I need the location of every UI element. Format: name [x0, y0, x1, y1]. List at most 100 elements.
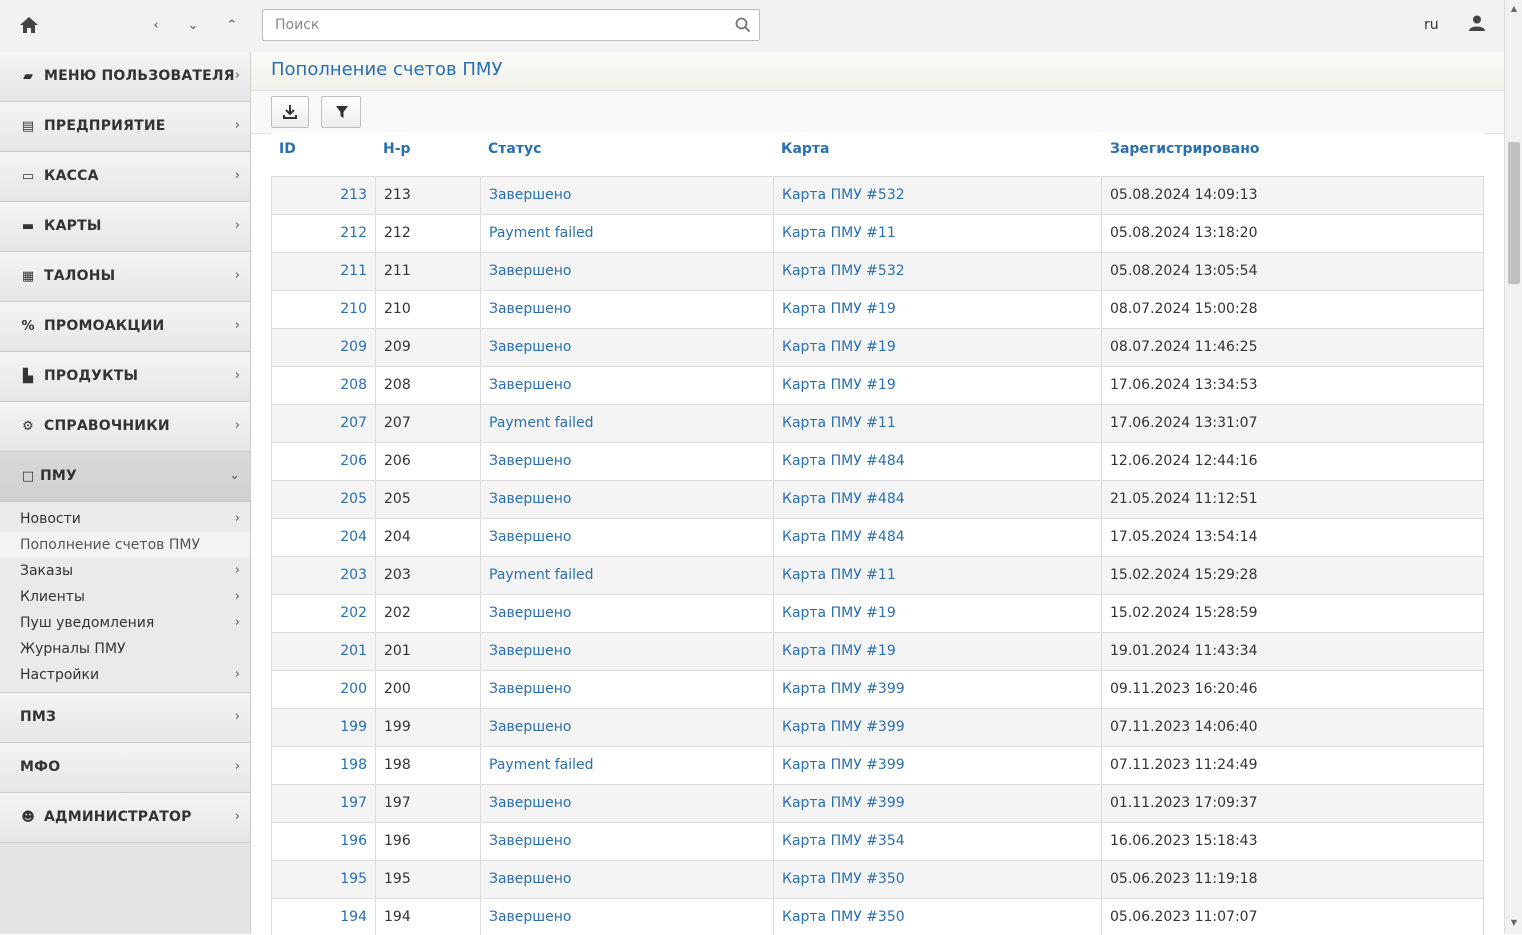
- row-id-link[interactable]: 205: [271, 481, 375, 518]
- row-card-link[interactable]: Карта ПМУ #399: [773, 785, 1101, 822]
- sidebar-item-6[interactable]: ▙ ПРОДУКТЫ ›: [0, 352, 250, 402]
- row-status-link[interactable]: Завершено: [480, 823, 773, 860]
- row-id-link[interactable]: 196: [271, 823, 375, 860]
- row-status-link[interactable]: Payment failed: [480, 215, 773, 252]
- column-header-status[interactable]: Статус: [488, 141, 541, 157]
- scrollbar-thumb[interactable]: [1508, 142, 1520, 284]
- row-id-link[interactable]: 195: [271, 861, 375, 898]
- row-card-link[interactable]: Карта ПМУ #532: [773, 253, 1101, 290]
- row-id-link[interactable]: 198: [271, 747, 375, 784]
- row-id-link[interactable]: 213: [271, 177, 375, 214]
- row-status-link[interactable]: Завершено: [480, 291, 773, 328]
- row-status-link[interactable]: Завершено: [480, 595, 773, 632]
- sidebar-bottom-item-1[interactable]: МФО ›: [0, 743, 250, 793]
- submenu-item-1[interactable]: Пополнение счетов ПМУ: [0, 532, 250, 558]
- row-id-link[interactable]: 200: [271, 671, 375, 708]
- row-id-link[interactable]: 203: [271, 557, 375, 594]
- collapse-left-icon[interactable]: ‹: [146, 16, 166, 36]
- row-id-link[interactable]: 194: [271, 899, 375, 935]
- sidebar-bottom-item-0[interactable]: ПМЗ ›: [0, 693, 250, 743]
- toolbar: [251, 91, 1504, 134]
- sidebar-item-1[interactable]: ▤ ПРЕДПРИЯТИЕ ›: [0, 102, 250, 152]
- column-header-id[interactable]: ID: [279, 141, 296, 157]
- row-card-link[interactable]: Карта ПМУ #399: [773, 671, 1101, 708]
- row-status-link[interactable]: Завершено: [480, 671, 773, 708]
- row-card-link[interactable]: Карта ПМУ #399: [773, 709, 1101, 746]
- row-status-link[interactable]: Завершено: [480, 329, 773, 366]
- row-status-link[interactable]: Завершено: [480, 177, 773, 214]
- row-card-link[interactable]: Карта ПМУ #19: [773, 291, 1101, 328]
- row-id-link[interactable]: 199: [271, 709, 375, 746]
- search-input[interactable]: [263, 10, 723, 40]
- row-card-link[interactable]: Карта ПМУ #19: [773, 367, 1101, 404]
- download-button[interactable]: [271, 96, 309, 128]
- row-id-link[interactable]: 208: [271, 367, 375, 404]
- submenu-item-0[interactable]: Новости ›: [0, 506, 250, 532]
- row-id-link[interactable]: 197: [271, 785, 375, 822]
- row-card-link[interactable]: Карта ПМУ #11: [773, 215, 1101, 252]
- sidebar-item-4[interactable]: ▦ ТАЛОНЫ ›: [0, 252, 250, 302]
- row-status-link[interactable]: Завершено: [480, 443, 773, 480]
- sidebar-bottom-item-2[interactable]: ☻ АДМИНИСТРАТОР ›: [0, 793, 250, 843]
- row-card-link[interactable]: Карта ПМУ #19: [773, 329, 1101, 366]
- row-id-link[interactable]: 210: [271, 291, 375, 328]
- row-card-link[interactable]: Карта ПМУ #484: [773, 481, 1101, 518]
- row-card-link[interactable]: Карта ПМУ #484: [773, 443, 1101, 480]
- row-status-link[interactable]: Завершено: [480, 367, 773, 404]
- submenu-item-3[interactable]: Клиенты ›: [0, 584, 250, 610]
- row-id-link[interactable]: 211: [271, 253, 375, 290]
- row-status-link[interactable]: Завершено: [480, 253, 773, 290]
- row-id-link[interactable]: 201: [271, 633, 375, 670]
- row-card-link[interactable]: Карта ПМУ #350: [773, 899, 1101, 935]
- search-icon[interactable]: [735, 17, 751, 33]
- chevron-down-icon[interactable]: ⌄: [183, 16, 203, 36]
- home-icon[interactable]: [18, 14, 42, 38]
- row-id-link[interactable]: 212: [271, 215, 375, 252]
- sidebar-item-3[interactable]: ▬ КАРТЫ ›: [0, 202, 250, 252]
- row-card-link[interactable]: Карта ПМУ #532: [773, 177, 1101, 214]
- row-status-link[interactable]: Payment failed: [480, 747, 773, 784]
- language-switch[interactable]: ru: [1424, 17, 1439, 33]
- sidebar-item-5[interactable]: % ПРОМОАКЦИИ ›: [0, 302, 250, 352]
- row-card-link[interactable]: Карта ПМУ #19: [773, 595, 1101, 632]
- scroll-up-icon[interactable]: ▲: [1509, 4, 1519, 14]
- sidebar-item-0[interactable]: ▰ МЕНЮ ПОЛЬЗОВАТЕЛЯ ›: [0, 52, 250, 102]
- row-card-link[interactable]: Карта ПМУ #399: [773, 747, 1101, 784]
- column-header-nr[interactable]: Н-р: [383, 141, 411, 157]
- row-status-link[interactable]: Завершено: [480, 519, 773, 556]
- column-header-registered[interactable]: Зарегистрировано: [1110, 141, 1260, 157]
- submenu-item-6[interactable]: Настройки ›: [0, 662, 250, 688]
- row-status-link[interactable]: Payment failed: [480, 557, 773, 594]
- row-status-link[interactable]: Завершено: [480, 481, 773, 518]
- sidebar-item-7[interactable]: ⚙ СПРАВОЧНИКИ ›: [0, 402, 250, 452]
- scrollbar[interactable]: ▲ ▼: [1504, 0, 1522, 934]
- filter-button[interactable]: [321, 96, 361, 128]
- row-card-link[interactable]: Карта ПМУ #350: [773, 861, 1101, 898]
- submenu-item-2[interactable]: Заказы ›: [0, 558, 250, 584]
- row-status-link[interactable]: Завершено: [480, 633, 773, 670]
- column-header-card[interactable]: Карта: [781, 141, 829, 157]
- scroll-down-icon[interactable]: ▼: [1509, 918, 1519, 928]
- sidebar-item-pmu[interactable]: □ ПМУ ⌄: [0, 452, 250, 502]
- row-id-link[interactable]: 204: [271, 519, 375, 556]
- submenu-item-5[interactable]: Журналы ПМУ: [0, 636, 250, 662]
- row-status-link[interactable]: Payment failed: [480, 405, 773, 442]
- user-icon[interactable]: [1468, 14, 1486, 32]
- row-card-link[interactable]: Карта ПМУ #11: [773, 405, 1101, 442]
- row-card-link[interactable]: Карта ПМУ #11: [773, 557, 1101, 594]
- sidebar-item-2[interactable]: ▭ КАССА ›: [0, 152, 250, 202]
- chevron-up-icon[interactable]: ⌃: [222, 16, 242, 36]
- row-card-link[interactable]: Карта ПМУ #19: [773, 633, 1101, 670]
- row-card-link[interactable]: Карта ПМУ #484: [773, 519, 1101, 556]
- row-id-link[interactable]: 206: [271, 443, 375, 480]
- submenu-item-4[interactable]: Пуш уведомления ›: [0, 610, 250, 636]
- row-status-link[interactable]: Завершено: [480, 709, 773, 746]
- row-id-link[interactable]: 207: [271, 405, 375, 442]
- row-id-link[interactable]: 202: [271, 595, 375, 632]
- row-status-link[interactable]: Завершено: [480, 861, 773, 898]
- row-id-link[interactable]: 209: [271, 329, 375, 366]
- row-card-link[interactable]: Карта ПМУ #354: [773, 823, 1101, 860]
- row-status-link[interactable]: Завершено: [480, 785, 773, 822]
- row-status-link[interactable]: Завершено: [480, 899, 773, 935]
- sidebar-item-label: ПМЗ: [20, 709, 57, 725]
